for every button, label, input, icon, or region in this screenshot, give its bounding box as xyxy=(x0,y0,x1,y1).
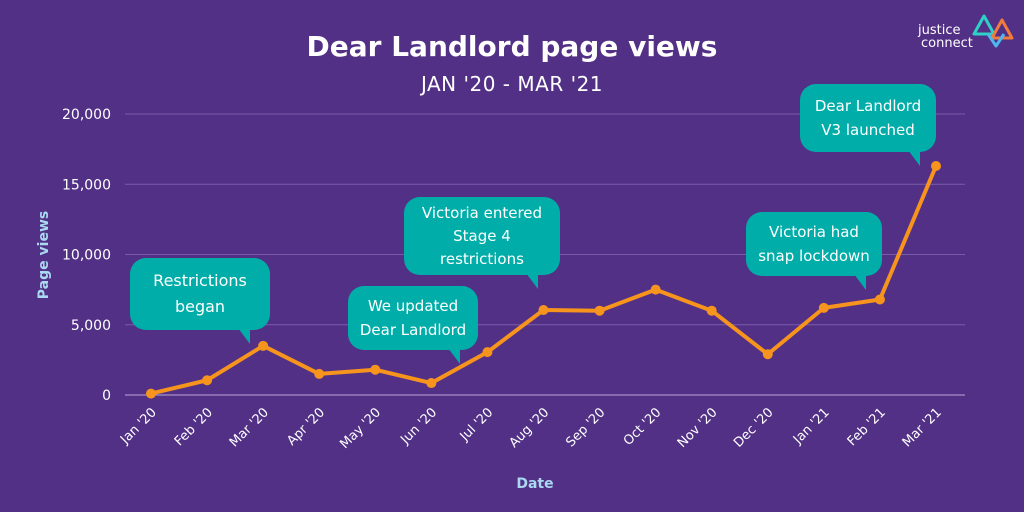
x-tick-label: Jul '20 xyxy=(457,405,497,445)
x-tick-label: Jan '21 xyxy=(790,405,833,448)
data-point xyxy=(874,294,885,305)
x-axis-label: Date xyxy=(516,476,553,492)
data-point xyxy=(762,349,773,360)
x-tick-label: Mar '20 xyxy=(227,405,272,450)
data-point xyxy=(258,340,269,351)
y-tick-label: 0 xyxy=(102,388,111,404)
y-tick-label: 20,000 xyxy=(62,107,111,123)
annotation-v3-launched: Dear Landlord V3 launched xyxy=(800,84,936,166)
logo-text-line2: connect xyxy=(921,36,973,51)
y-tick-label: 15,000 xyxy=(62,177,111,193)
annotation-victoria-stage-4: Victoria entered Stage 4 restrictions xyxy=(404,197,560,289)
x-tick-label: Nov '20 xyxy=(675,405,721,451)
chart-title: Dear Landlord page views xyxy=(306,30,718,63)
x-tick-label: Apr '20 xyxy=(284,405,328,449)
x-tick-label: Oct '20 xyxy=(621,405,665,449)
data-point xyxy=(650,284,661,295)
y-tick-label: 5,000 xyxy=(71,318,111,334)
annotation-restrictions-began: Restrictions began xyxy=(130,258,270,344)
y-tick-label: 10,000 xyxy=(62,248,111,264)
x-tick-label: Aug '20 xyxy=(507,405,553,451)
annotation-snap-lockdown: Victoria had snap lockdown xyxy=(746,212,882,290)
data-point xyxy=(426,378,437,389)
data-point xyxy=(146,388,156,399)
y-axis-ticks: 0 5,000 10,000 15,000 20,000 xyxy=(62,107,111,404)
data-point xyxy=(706,305,717,316)
data-point xyxy=(818,302,829,313)
data-point xyxy=(594,305,605,316)
x-tick-label: Mar '21 xyxy=(900,405,945,450)
x-tick-label: Dec '20 xyxy=(731,405,777,451)
y-axis-label: Page views xyxy=(36,211,52,299)
justice-connect-logo: justice connect xyxy=(918,12,1018,52)
x-tick-label: May '20 xyxy=(337,405,384,452)
data-point xyxy=(314,368,325,379)
data-point xyxy=(538,304,549,315)
data-point xyxy=(931,160,941,171)
x-tick-label: Jun '20 xyxy=(397,405,440,448)
logo-triangles-icon xyxy=(972,14,1014,48)
x-tick-label: Feb '20 xyxy=(172,405,216,449)
x-axis-ticks: Jan '20 Feb '20 Mar '20 Apr '20 May '20 Jun '… xyxy=(117,405,945,452)
x-tick-label: Feb '21 xyxy=(845,405,889,449)
x-tick-label: Jan '20 xyxy=(117,405,160,448)
data-point xyxy=(202,375,213,386)
data-point xyxy=(482,347,493,358)
x-tick-label: Sep '20 xyxy=(563,405,608,450)
data-point xyxy=(370,364,381,375)
annotation-we-updated-dear-landlord: We updated Dear Landlord xyxy=(348,286,478,364)
